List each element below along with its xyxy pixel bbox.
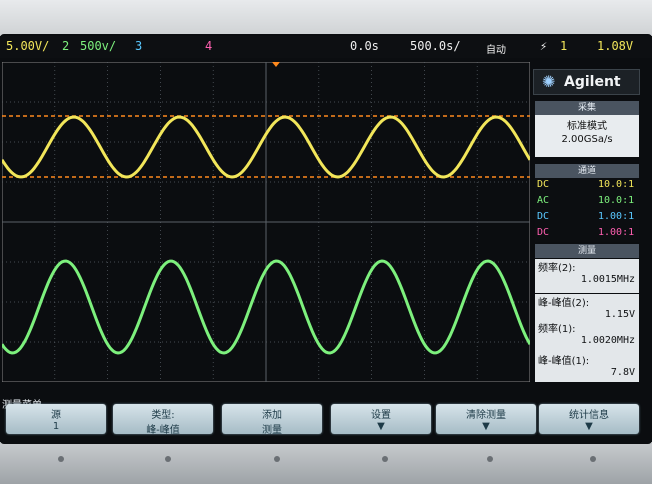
softkey-add-measurement[interactable]: 添加 测量 [222, 404, 322, 436]
softkey-type[interactable]: 类型: 峰-峰值 [113, 404, 213, 436]
softkey-settings[interactable]: 设置 ▼ [331, 404, 431, 434]
softkey-button-1[interactable] [58, 456, 64, 462]
scope-bezel-bottom [0, 444, 652, 484]
softkey-button-6[interactable] [590, 456, 596, 462]
acquire-header: 采集 [535, 101, 639, 115]
acquire-box[interactable]: 标准模式 2.00GSa/s [535, 115, 639, 157]
measure-header: 测量 [535, 244, 639, 258]
trigger-level[interactable]: 1.08V [597, 39, 633, 53]
agilent-spark-icon: ✺ [542, 72, 556, 91]
softkey-button-3[interactable] [274, 456, 280, 462]
brand-logo: ✺ Agilent [533, 69, 640, 95]
acquire-mode: 标准模式 [567, 121, 607, 132]
run-mode[interactable]: 自动 [486, 41, 506, 56]
ch2-number[interactable]: 2 [62, 39, 69, 53]
measurement-pkpk-ch1[interactable]: 峰-峰值(1): 7.8V [535, 352, 639, 382]
chevron-down-icon: ▼ [585, 421, 593, 432]
ch2-probe[interactable]: 10.0:1 [598, 195, 634, 206]
trigger-source[interactable]: 1 [560, 39, 567, 53]
ch1-coupling[interactable]: DC [537, 179, 549, 190]
ch1-scale[interactable]: 5.00V/ [6, 39, 49, 53]
ch4-probe[interactable]: 1.00:1 [598, 227, 634, 238]
waveform-display[interactable] [2, 62, 530, 382]
ch2-coupling[interactable]: AC [537, 195, 549, 206]
trigger-edge-icon: ⚡ [540, 39, 548, 53]
ch4-number[interactable]: 4 [205, 39, 212, 53]
ch3-number[interactable]: 3 [135, 39, 142, 53]
chevron-down-icon: ▼ [377, 421, 385, 432]
sample-rate: 2.00GSa/s [561, 134, 613, 145]
ch3-probe[interactable]: 1.00:1 [598, 211, 634, 222]
ch2-scale[interactable]: 500v/ [80, 39, 116, 53]
softkey-button-5[interactable] [487, 456, 493, 462]
softkey-statistics[interactable]: 统计信息 ▼ [539, 404, 639, 434]
softkey-clear-measurement[interactable]: 清除测量 ▼ [436, 404, 536, 434]
ch3-coupling[interactable]: DC [537, 211, 549, 222]
time-scale[interactable]: 500.0s/ [410, 39, 461, 53]
chevron-down-icon: ▼ [482, 421, 490, 432]
scope-bezel-top [0, 0, 652, 36]
softkey-source[interactable]: 源 1 [6, 404, 106, 434]
time-delay[interactable]: 0.0s [350, 39, 379, 53]
softkey-button-2[interactable] [165, 456, 171, 462]
softkey-button-4[interactable] [382, 456, 388, 462]
channel-header: 通道 [535, 164, 639, 178]
ch4-coupling[interactable]: DC [537, 227, 549, 238]
ch1-probe[interactable]: 10.0:1 [598, 179, 634, 190]
measurement-freq-ch2[interactable]: 频率(2): 1.0015MHz [535, 259, 639, 293]
measurement-freq-ch1[interactable]: 频率(1): 1.0020MHz [535, 320, 639, 354]
